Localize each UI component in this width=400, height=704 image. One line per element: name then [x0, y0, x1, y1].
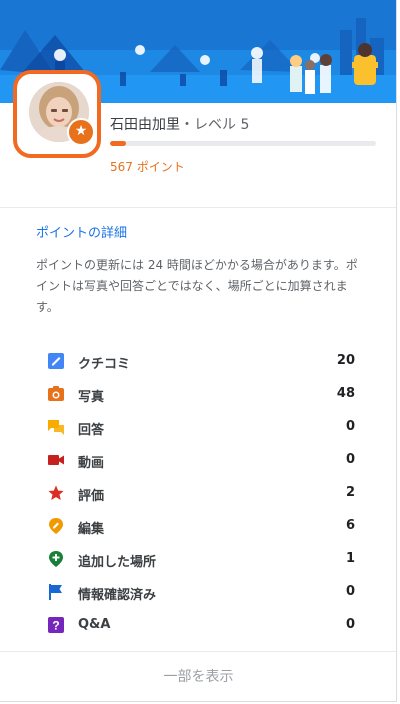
- profile-name-level: 石田由加里・レベル 5: [110, 114, 249, 134]
- name-level-separator: ・: [180, 117, 194, 133]
- stat-value: 1: [345, 551, 355, 566]
- section-divider: [0, 207, 396, 208]
- review-pencil-icon: [48, 353, 64, 369]
- level-progress-bar: [110, 141, 376, 146]
- star-icon: ★: [67, 118, 95, 146]
- star-icon: [48, 485, 64, 501]
- level-progress-fill: [110, 141, 126, 146]
- show-less-button[interactable]: 一部を表示: [0, 666, 396, 686]
- stat-row-answers: 回答 0: [36, 410, 366, 443]
- stat-row-qa: ? Q&A 0: [36, 608, 366, 641]
- camera-icon: [48, 386, 64, 402]
- stat-value: 0: [345, 584, 355, 599]
- stat-row-added-places: 追加した場所 1: [36, 542, 366, 575]
- stat-value: 0: [345, 452, 355, 467]
- stat-value: 20: [336, 353, 355, 368]
- stat-label: 編集: [78, 522, 105, 537]
- footer-divider: [0, 651, 396, 652]
- stat-label: 回答: [78, 423, 105, 438]
- profile-name: 石田由加里: [110, 117, 180, 133]
- add-place-pin-icon: [48, 551, 64, 567]
- stat-row-reviews: クチコミ 20: [36, 344, 366, 377]
- stat-value: 6: [345, 518, 355, 533]
- points-update-note: ポイントの更新には 24 時間ほどかかる場合があります。ポイントは写真や回答ごと…: [36, 258, 358, 314]
- stat-value: 48: [336, 386, 355, 401]
- question-icon: ?: [48, 617, 64, 633]
- stat-row-photos: 写真 48: [36, 377, 366, 410]
- points-breakdown-list: クチコミ 20 写真 48 回答 0 動画 0 評価 2 編集 6 追加した場所…: [36, 344, 366, 641]
- stat-label: クチコミ: [78, 357, 131, 372]
- flag-icon: [48, 584, 64, 600]
- stat-row-videos: 動画 0: [36, 443, 366, 476]
- stat-row-edits: 編集 6: [36, 509, 366, 542]
- stat-row-ratings: 評価 2: [36, 476, 366, 509]
- stat-label: 動画: [78, 456, 105, 471]
- stat-label: 追加した場所: [78, 555, 157, 570]
- level-label: レベル 5: [194, 117, 250, 133]
- local-guide-card: ★ 石田由加里・レベル 5 567 ポイント ポイントの詳細 ポイントの更新には…: [0, 0, 397, 702]
- points-details-heading: ポイントの詳細: [36, 226, 128, 241]
- stat-value: 2: [345, 485, 355, 500]
- stat-label: 写真: [78, 390, 105, 405]
- avatar-highlight-frame[interactable]: ★: [13, 70, 101, 158]
- stat-label: 評価: [78, 489, 105, 504]
- stat-label: Q&A: [78, 617, 111, 632]
- svg-text:?: ?: [52, 619, 59, 633]
- stat-row-facts-checked: 情報確認済み 0: [36, 575, 366, 608]
- stat-label: 情報確認済み: [78, 588, 157, 603]
- edit-pin-icon: [48, 518, 64, 534]
- chat-bubbles-icon: [48, 419, 64, 435]
- stat-value: 0: [345, 419, 355, 434]
- video-camera-icon: [48, 452, 64, 468]
- points-total: 567 ポイント: [110, 160, 185, 174]
- stat-value: 0: [345, 617, 355, 632]
